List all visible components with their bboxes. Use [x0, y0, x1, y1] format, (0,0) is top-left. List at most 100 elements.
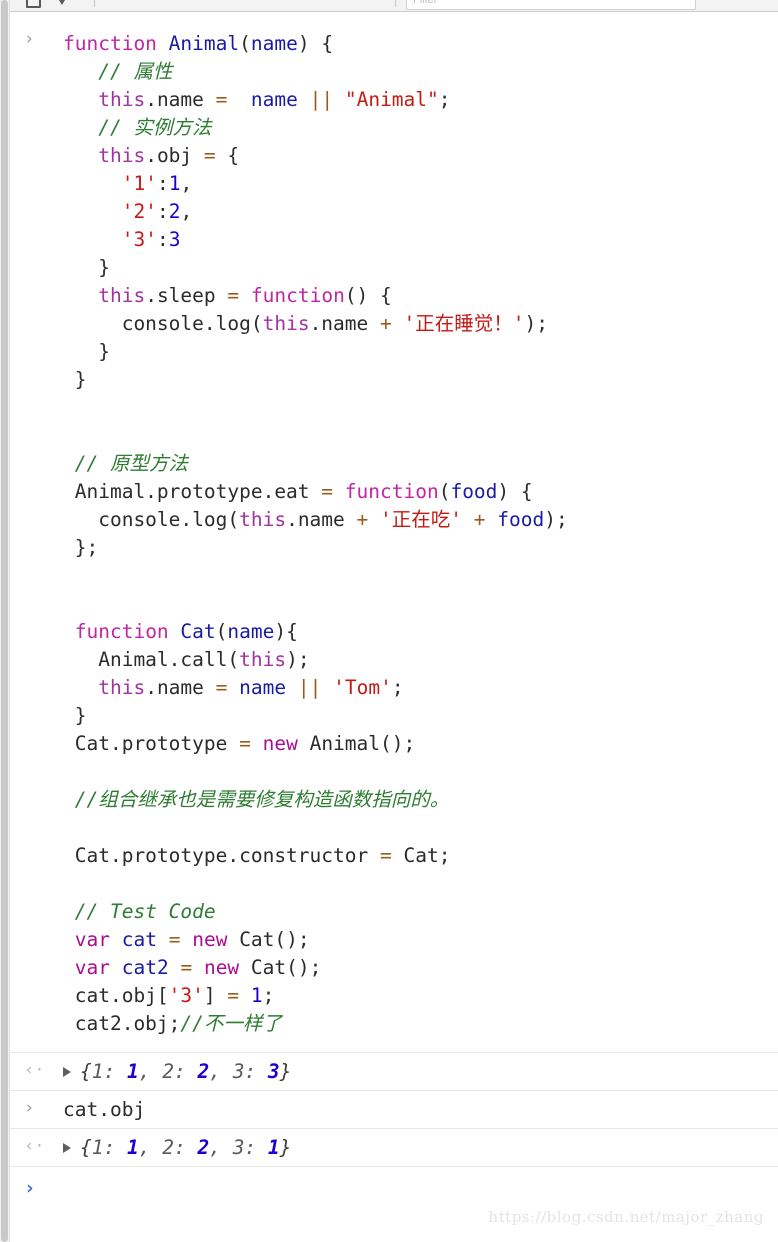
code-token: .name: [145, 88, 216, 111]
code-token: =: [239, 732, 251, 755]
code-token: // 属性: [98, 60, 173, 83]
code-token: }: [63, 704, 87, 727]
input-chevron-icon: ›: [24, 1098, 35, 1118]
code-token: =: [180, 956, 193, 979]
devtools-toolbar[interactable]: Filter: [0, 0, 778, 12]
code-token: 3: [168, 228, 181, 251]
code-token: (: [239, 32, 251, 55]
object-preview-token: ,: [209, 1060, 233, 1083]
object-preview-token: 1:: [91, 1136, 127, 1159]
code-token: this: [239, 508, 287, 531]
console-prompt-row[interactable]: ›: [10, 1167, 778, 1211]
code-token: {: [215, 144, 240, 167]
code-token: cat2: [121, 956, 169, 979]
toolbar-divider-2: [395, 0, 396, 7]
output-chevron-icon: ‹·: [24, 1136, 45, 1156]
code-token: this: [98, 144, 146, 167]
code-token: Cat();: [227, 928, 310, 951]
code-token: //不一样了: [180, 1012, 282, 1035]
code-token: }: [63, 340, 110, 363]
code-token: "Animal": [344, 88, 439, 111]
code-token: ) {: [297, 32, 334, 55]
code-token: .sleep: [145, 284, 228, 307]
code-token: var: [74, 928, 110, 951]
code-token: +: [356, 508, 369, 531]
code-token: +: [473, 508, 486, 531]
code-token: '1': [121, 172, 157, 195]
object-preview-token: {: [80, 1060, 92, 1083]
expand-triangle-icon[interactable]: [63, 1142, 71, 1153]
code-token: console.log(: [63, 508, 240, 531]
console-input-code-block[interactable]: › function Animal(name) { // 属性 this.nam…: [10, 12, 778, 1053]
prompt-chevron-icon: ›: [24, 1177, 36, 1199]
code-token: ;: [438, 88, 451, 111]
expand-triangle-icon[interactable]: [63, 1066, 71, 1077]
code-token: 'Tom': [333, 676, 392, 699]
console-input-cat-obj[interactable]: › cat.obj: [10, 1091, 778, 1129]
object-preview[interactable]: {1: 1, 2: 2, 3: 3}: [80, 1060, 291, 1083]
code-token: function: [250, 284, 345, 307]
filter-input[interactable]: Filter: [406, 0, 696, 10]
code-token: '正在睡觉！': [403, 312, 525, 335]
code-token: '2': [121, 200, 157, 223]
code-token: this: [262, 312, 310, 335]
code-token: '3': [121, 228, 157, 251]
code-token: function: [63, 32, 169, 55]
code-token: this: [239, 648, 287, 671]
input-chevron-icon: ›: [24, 29, 35, 49]
code-token: ||: [297, 676, 322, 699]
filter-placeholder: Filter: [413, 0, 438, 6]
clear-console-icon[interactable]: [24, 0, 41, 8]
code-token: =: [168, 928, 181, 951]
code-token: name: [239, 676, 287, 699]
scrollbar-thumb[interactable]: [1, 0, 8, 1242]
object-preview-token: 1: [126, 1136, 139, 1159]
code-token: // Test Code: [74, 900, 216, 923]
code-token: '正在吃': [380, 508, 463, 531]
code-token: );: [286, 648, 310, 671]
code-token: new: [203, 956, 240, 979]
code-token: Cat.prototype: [63, 732, 240, 755]
code-token: 1: [250, 984, 263, 1007]
code-token: 1: [168, 172, 181, 195]
object-preview-token: 2:: [162, 1136, 198, 1159]
code-source[interactable]: function Animal(name) { // 属性 this.name …: [10, 30, 778, 1038]
filter-icon[interactable]: [54, 0, 70, 8]
code-token: Animal: [168, 32, 240, 55]
code-token: cat: [121, 928, 157, 951]
console-output-cat2-obj[interactable]: ‹· {1: 1, 2: 2, 3: 3}: [10, 1053, 778, 1091]
console-output-cat-obj[interactable]: ‹· {1: 1, 2: 2, 3: 1}: [10, 1129, 778, 1167]
code-token: '3': [168, 984, 204, 1007]
object-preview-token: 1:: [91, 1060, 127, 1083]
object-preview-token: 3:: [232, 1136, 268, 1159]
code-token: =: [227, 984, 240, 1007]
code-token: (: [215, 620, 228, 643]
object-preview-token: {: [80, 1136, 92, 1159]
code-token: Animal.call(: [63, 648, 240, 671]
code-token: );: [524, 312, 548, 335]
toolbar-divider: [94, 0, 95, 7]
object-preview[interactable]: {1: 1, 2: 2, 3: 1}: [80, 1136, 291, 1159]
console-scrollbar[interactable]: [0, 0, 10, 1242]
code-token: new: [262, 732, 298, 755]
code-token: ]: [203, 984, 228, 1007]
